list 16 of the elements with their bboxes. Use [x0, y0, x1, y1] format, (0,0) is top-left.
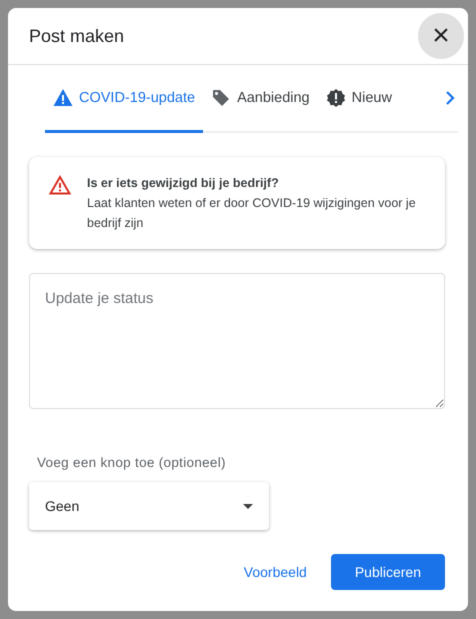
tab[interactable]: Aanbieding [203, 65, 318, 133]
button-dropdown[interactable]: Geen [29, 482, 269, 530]
preview-button[interactable]: Voorbeeld [236, 554, 315, 590]
notice-text: Is er iets gewijzigd bij je bedrijf? Laat klanten weten of er door COVID-19 wijzigingen voor je bedrijf zijn [87, 175, 417, 232]
status-field[interactable]: Update je status [29, 273, 445, 409]
select-label: Voeg een knop toe (optioneel) [37, 455, 227, 470]
close-button[interactable]: × [418, 13, 464, 59]
tag-icon [211, 88, 232, 108]
publish-button[interactable]: Publiceren [330, 554, 445, 590]
warning-icon [53, 88, 73, 108]
caret-icon [243, 504, 253, 508]
tab[interactable]: Nieuw [318, 65, 400, 133]
dialog-title: Post maken [29, 26, 124, 46]
tab[interactable]: COVID-19-update [45, 65, 204, 133]
badge-alert-icon [326, 88, 346, 108]
warning-icon [49, 175, 71, 195]
